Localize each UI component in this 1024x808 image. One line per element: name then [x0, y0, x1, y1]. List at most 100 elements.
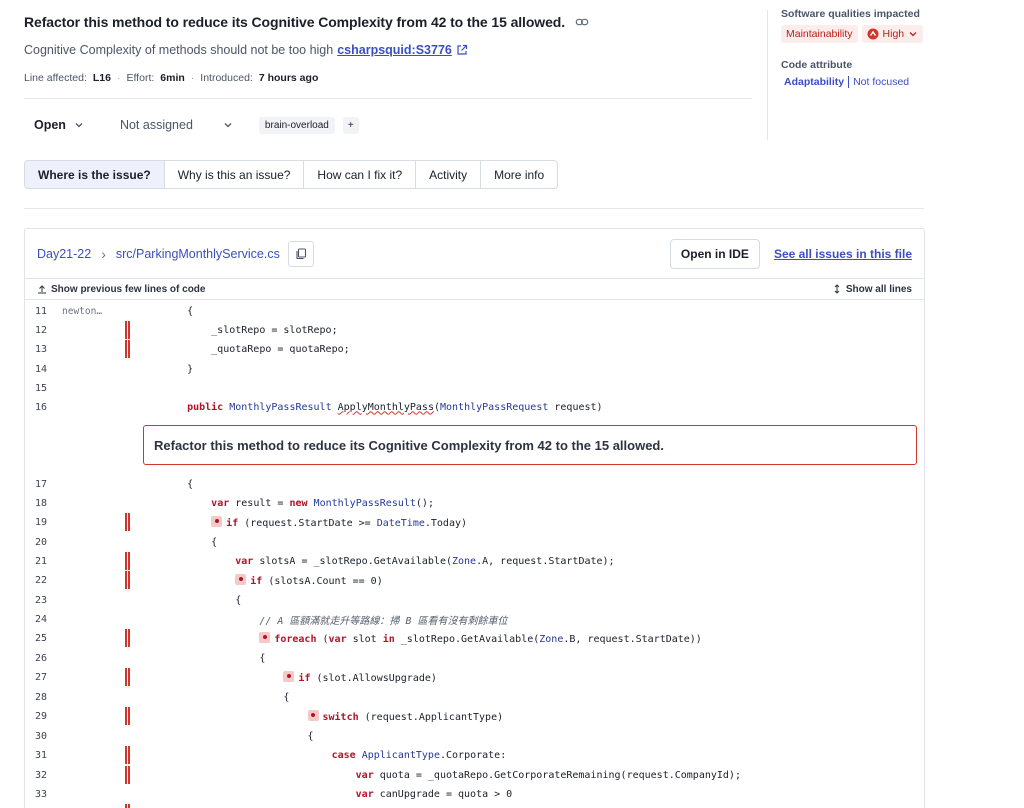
- code-text: if (slotsA.Count == 0): [163, 573, 383, 587]
- sidebar: Software qualities impacted Maintainabil…: [781, 8, 1001, 88]
- issue-header: Refactor this method to reduce its Cogni…: [24, 14, 589, 30]
- tab-activity[interactable]: Activity: [416, 161, 482, 188]
- code-line: 15: [25, 378, 924, 398]
- code-line: 13 _quotaRepo = quotaRepo;: [25, 339, 924, 359]
- line-number: 22: [34, 574, 47, 586]
- show-previous-lines[interactable]: Show previous few lines of code: [37, 284, 205, 295]
- severity-dropdown[interactable]: High: [861, 25, 924, 43]
- blame-author: newton…: [62, 305, 103, 317]
- code-line: 26 {: [25, 648, 924, 668]
- tag-chip[interactable]: brain-overload: [258, 116, 335, 134]
- copy-path-button[interactable]: [287, 240, 314, 267]
- code-line: 31 case ApplicantType.Corporate:: [25, 745, 924, 765]
- changed-line-marker: [125, 571, 130, 589]
- code-line: 28 {: [25, 687, 924, 707]
- code-text: var canUpgrade = quota > 0: [355, 788, 513, 800]
- changed-line-marker: [125, 804, 130, 808]
- code-text: foreach (var slot in _slotRepo.GetAvaila…: [163, 631, 702, 645]
- code-line: 23 {: [25, 590, 924, 610]
- meta-separator: ·: [116, 72, 121, 84]
- assignee-value: Not assigned: [119, 118, 193, 132]
- line-number: 30: [34, 730, 47, 742]
- changed-line-marker: [125, 707, 130, 725]
- line-number: 21: [34, 555, 47, 567]
- complexity-marker-icon[interactable]: [235, 573, 247, 585]
- code-text: }: [163, 363, 194, 375]
- show-all-lines[interactable]: Show all lines: [832, 284, 912, 295]
- status-value: Open: [34, 118, 66, 132]
- add-tag-button[interactable]: +: [342, 116, 359, 134]
- severity-value: High: [882, 28, 905, 40]
- issue-controls: Open Not assigned brain-overload +: [24, 114, 359, 136]
- line-affected-label: Line affected:: [24, 72, 87, 84]
- code-line: 18 var result = new MonthlyPassResult();: [25, 493, 924, 513]
- rule-key-link[interactable]: csharpsquid:S3776: [337, 43, 452, 57]
- complexity-marker-icon[interactable]: [307, 709, 319, 721]
- changed-line-marker: [125, 513, 130, 531]
- code-line: 11 newton… {: [25, 301, 924, 321]
- see-all-issues-link[interactable]: See all issues in this file: [774, 247, 912, 261]
- code-text: {: [163, 730, 314, 742]
- tab-where[interactable]: Where is the issue?: [25, 161, 165, 188]
- line-number: 14: [34, 363, 47, 375]
- external-link-icon[interactable]: [456, 44, 468, 56]
- assignee-dropdown[interactable]: Not assigned: [110, 114, 247, 136]
- tab-why[interactable]: Why is this an issue?: [165, 161, 305, 188]
- code-text: {: [163, 594, 242, 606]
- severity-high-icon: [867, 28, 879, 40]
- qualities-heading: Software qualities impacted: [781, 8, 920, 20]
- code-line: 17 {: [25, 474, 924, 494]
- issue-meta: Line affected: L16 · Effort: 6min · Introd…: [24, 72, 318, 84]
- line-number: 33: [34, 788, 47, 800]
- code-line: 19 if (request.StartDate >= DateTime.Tod…: [25, 512, 924, 532]
- line-number: 16: [34, 401, 47, 413]
- changed-line-marker: [125, 321, 130, 339]
- expand-up-icon: [38, 285, 46, 294]
- permalink-icon[interactable]: [575, 15, 589, 29]
- code-text: _slotRepo = slotRepo;: [163, 324, 338, 336]
- attribute-row: Adaptability Not focused: [781, 76, 1001, 88]
- code-line: 25 foreach (var slot in _slotRepo.GetAva…: [25, 628, 924, 648]
- changed-line-marker: [125, 629, 130, 647]
- file-breadcrumb: Day21-22 › src/ParkingMonthlyService.cs: [37, 246, 280, 262]
- expand-all-icon: [834, 284, 840, 294]
- attribute-value: Adaptability: [784, 76, 845, 88]
- project-link[interactable]: Day21-22: [37, 247, 91, 261]
- code-line: 33 var canUpgrade = quota > 0: [25, 784, 924, 804]
- issue-location-message[interactable]: Refactor this method to reduce its Cogni…: [143, 425, 917, 465]
- line-number: 24: [34, 613, 47, 625]
- code-line: 27 if (slot.AllowsUpgrade): [25, 667, 924, 687]
- attribute-sub: Not focused: [853, 76, 910, 88]
- attribute-separator: [848, 76, 850, 88]
- code-line: 12 _slotRepo = slotRepo;: [25, 320, 924, 340]
- introduced-label: Introduced:: [200, 72, 253, 84]
- code-line: 16 public MonthlyPassResult ApplyMonthly…: [25, 397, 924, 417]
- complexity-marker-icon[interactable]: [211, 515, 223, 527]
- file-path[interactable]: src/ParkingMonthlyService.cs: [116, 247, 280, 261]
- complexity-marker-icon[interactable]: [259, 631, 271, 643]
- rule-description: Cognitive Complexity of methods should n…: [24, 43, 334, 57]
- quality-badge: Maintainability: [781, 25, 858, 43]
- line-number: 20: [34, 536, 47, 548]
- code-text: var result = new MonthlyPassResult();: [211, 497, 434, 509]
- tab-how-to-fix[interactable]: How can I fix it?: [304, 161, 417, 188]
- code-text: if (slot.AllowsUpgrade): [163, 670, 437, 684]
- chevron-down-icon: [224, 123, 232, 128]
- line-number: 23: [34, 594, 47, 606]
- code-line: 30 {: [25, 726, 924, 746]
- tab-more-info[interactable]: More info: [481, 161, 557, 188]
- rule-row: Cognitive Complexity of methods should n…: [24, 43, 468, 57]
- line-number: 27: [34, 671, 47, 683]
- line-number: 32: [34, 769, 47, 781]
- copy-icon: [296, 247, 306, 259]
- code-line: 24 // A 區額滿就走升等路線：掃 B 區看有沒有剩餘車位: [25, 609, 924, 629]
- open-in-ide-button[interactable]: Open in IDE: [669, 238, 760, 269]
- code-comment: // A 區額滿就走升等路線：掃 B 區看有沒有剩餘車位: [163, 615, 508, 627]
- sidebar-divider: [767, 10, 768, 140]
- effort-value: 6min: [160, 72, 185, 84]
- line-number: 28: [34, 691, 47, 703]
- code-line: 14 }: [25, 359, 924, 379]
- complexity-marker-icon[interactable]: [283, 670, 295, 682]
- status-dropdown[interactable]: Open: [24, 114, 94, 136]
- changed-line-marker: [125, 746, 130, 764]
